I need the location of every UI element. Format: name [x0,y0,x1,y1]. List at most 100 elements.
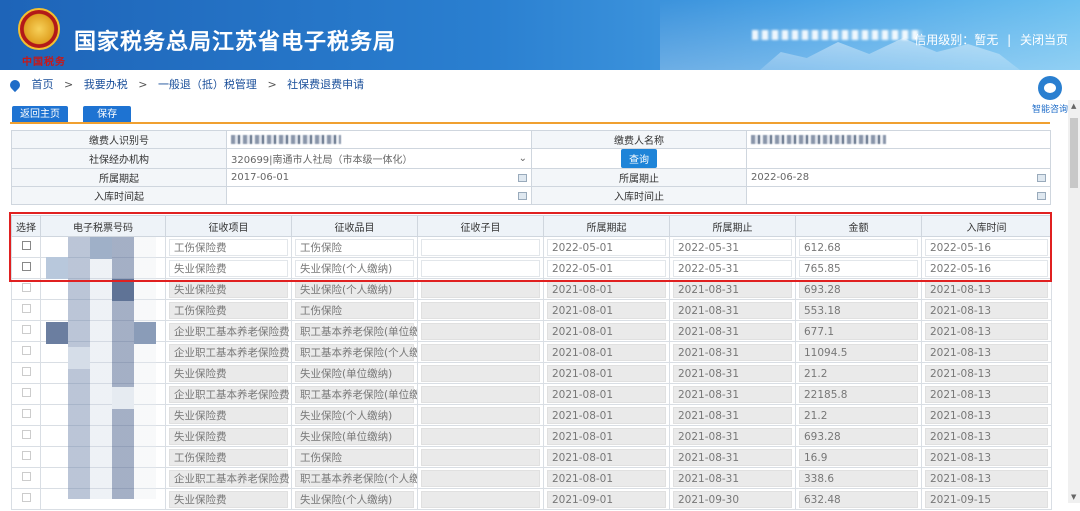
store-date-cell: 2021-08-13 [921,299,1052,321]
period-start-field[interactable]: 2022-05-01 [547,238,666,256]
item-field: 企业职工基本养老保险费 [169,343,290,361]
sub-category-field[interactable] [421,238,540,256]
calendar-icon[interactable] [518,173,527,182]
calendar-icon[interactable] [518,191,527,200]
period-start-field[interactable]: 2017-06-01 [226,168,532,187]
scroll-up-icon[interactable]: ▲ [1071,102,1076,110]
period-end-field: 2021-08-31 [673,301,792,319]
item-field: 失业保险费 [169,490,288,508]
item-field[interactable]: 失业保险费 [169,259,288,277]
period-end-field[interactable]: 2022-05-31 [673,238,792,256]
header-links: 信用级别：暂无 | 关闭当页 [914,31,1068,48]
period-start-cell: 2021-08-01 [543,446,670,468]
breadcrumb: 首页 > 我要办税 > 一般退（抵）税管理 > 社保费退费申请 [7,77,364,93]
ticket-no-cell [40,446,166,468]
query-button[interactable]: 查询 [621,149,657,168]
period-end-field: 2021-08-31 [673,469,792,487]
row-checkbox[interactable] [21,262,31,271]
store-date-cell: 2021-08-13 [921,383,1052,405]
credit-value: 暂无 [974,33,999,47]
period-end-field: 2021-08-31 [673,343,792,361]
breadcrumb-home[interactable]: 首页 [32,78,54,91]
ticket-no-cell [40,257,166,279]
item-cell: 失业保险费 [165,257,292,279]
breadcrumb-sep: > [64,78,74,91]
period-end-cell: 2021-08-31 [669,404,796,426]
sub-category-field [421,301,540,319]
row-checkbox[interactable] [21,283,31,292]
store-date-field: 2021-08-13 [925,448,1048,466]
col-sub-category: 征收子目 [417,215,544,237]
row-checkbox[interactable] [21,346,31,355]
store-end-field[interactable] [746,186,1051,205]
sub-item-field[interactable]: 工伤保险 [295,238,414,256]
scroll-thumb[interactable] [1070,118,1078,188]
col-store-date: 入库时间 [921,215,1052,237]
period-start-cell: 2021-08-01 [543,299,670,321]
page-scrollbar[interactable]: ▲ ▼ [1068,100,1080,503]
store-date-field: 2021-08-13 [925,385,1048,403]
query-form: 缴费人识别号 缴费人名称 社保经办机构 320699|南通市人社局（市本级一体化… [11,130,1051,205]
sub-category-field[interactable] [421,259,540,277]
row-checkbox[interactable] [21,409,31,418]
period-end-cell: 2021-08-31 [669,320,796,342]
period-start-field: 2021-08-01 [547,280,666,298]
row-checkbox[interactable] [21,388,31,397]
period-end-cell: 2021-08-31 [669,425,796,447]
amount-field: 338.6 [799,469,918,487]
amount-field[interactable]: 612.68 [799,238,918,256]
period-end-field: 2021-08-31 [673,427,792,445]
row-checkbox[interactable] [21,430,31,439]
item-field: 工伤保险费 [169,301,288,319]
period-start-field: 2021-08-01 [547,364,666,382]
payer-name-field[interactable] [746,130,1051,149]
table-row: 工伤保险费 工伤保险 2022-05-01 2022-05-31 612.68 2022… [11,236,1052,258]
store-date-field[interactable]: 2022-05-16 [925,259,1048,277]
period-end-field[interactable]: 2022-05-31 [673,259,792,277]
period-start-field: 2021-08-01 [547,385,666,403]
smart-consult[interactable]: 智能咨询 [1030,76,1070,115]
agency-select[interactable]: 320699|南通市人社局（市本级一体化） ⌄ [226,148,532,169]
period-start-cell: 2021-09-01 [543,488,670,510]
period-end-field[interactable]: 2022-06-28 [746,168,1051,187]
store-date-cell: 2021-08-13 [921,425,1052,447]
store-date-field: 2021-08-13 [925,301,1048,319]
row-checkbox[interactable] [21,325,31,334]
period-end-value: 2022-06-28 [751,172,810,183]
period-end-cell: 2021-08-31 [669,446,796,468]
breadcrumb-refund[interactable]: 一般退（抵）税管理 [158,78,257,91]
sub-category-field [421,427,540,445]
amount-cell: 693.28 [795,278,922,300]
row-select-cell [11,488,41,510]
item-field[interactable]: 工伤保险费 [169,238,288,256]
row-select-cell [11,383,41,405]
store-start-field[interactable] [226,186,532,205]
calendar-icon[interactable] [1037,191,1046,200]
row-checkbox[interactable] [21,451,31,460]
sub-item-cell: 职工基本养老保险(个人缴 [291,467,418,489]
period-start-cell: 2021-08-01 [543,404,670,426]
amount-cell: 11094.5 [795,341,922,363]
row-checkbox[interactable] [21,493,31,502]
sub-item-field: 职工基本养老保险(单位缴 [295,322,417,340]
period-start-field[interactable]: 2022-05-01 [547,259,666,277]
store-date-field[interactable]: 2022-05-16 [925,238,1048,256]
row-checkbox[interactable] [21,304,31,313]
sub-item-field: 失业保险(单位缴纳) [295,427,414,445]
sub-category-cell [417,299,544,321]
amount-field[interactable]: 765.85 [799,259,918,277]
row-select-cell [11,446,41,468]
row-checkbox[interactable] [21,367,31,376]
payer-id-field[interactable] [226,130,532,149]
calendar-icon[interactable] [1037,173,1046,182]
refund-table: 选择 电子税票号码 征收项目 征收品目 征收子目 所属期起 所属期止 金额 入库… [11,215,1052,510]
breadcrumb-tax[interactable]: 我要办税 [84,78,128,91]
toolbar: 返回主页 保存 [12,102,141,124]
header-divider: | [1007,33,1012,47]
close-page-link[interactable]: 关闭当页 [1020,33,1068,47]
row-checkbox[interactable] [21,241,31,250]
row-checkbox[interactable] [21,472,31,481]
scroll-down-icon[interactable]: ▼ [1071,493,1076,501]
sub-category-cell [417,320,544,342]
sub-item-field[interactable]: 失业保险(个人缴纳) [295,259,414,277]
